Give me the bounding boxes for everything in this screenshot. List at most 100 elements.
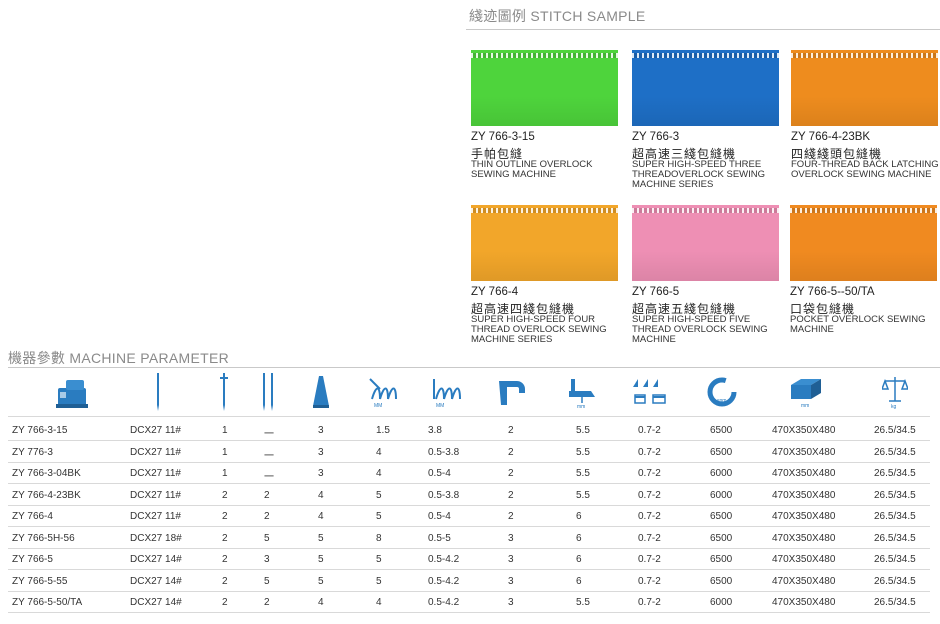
stitch-sample-card: ZY 766-3 超高速三綫包縫機 SUPER HIGH-SPEED THREE T… — [632, 50, 780, 200]
cell-speed: 6000 — [710, 468, 733, 479]
cell-speed: 6500 — [710, 575, 733, 587]
fabric-swatch — [791, 50, 938, 126]
cell-model: ZY 776-3 — [12, 446, 53, 458]
cell-model: ZY 766-5-50/TA — [12, 597, 83, 608]
cell-feed-ratio: 0.7-2 — [638, 532, 661, 544]
cell-needle-type: DCX27 11# — [130, 468, 181, 479]
cell-speed: 6500 — [710, 532, 733, 544]
cell-presser-lift: 5.5 — [576, 597, 590, 608]
cell-weight: 26.5/34.5 — [874, 554, 916, 565]
cell-weight: 26.5/34.5 — [874, 597, 916, 608]
table-row: ZY 766-5H-56 DCX27 18# 2 5 5 8 0.5-5 3 6 0.7-2 650… — [8, 528, 930, 549]
cell-presser-foot: 2 — [508, 511, 514, 522]
cell-weight: 26.5/34.5 — [874, 532, 916, 544]
cell-presser-foot: 3 — [508, 575, 514, 587]
cell-stitch-width: 5 — [376, 511, 382, 522]
cell-speed: 6000 — [710, 597, 733, 608]
table-row: ZY 766-5-55 DCX27 14# 2 5 5 5 0.5-4.2 3 6 0.7-2 65… — [8, 571, 930, 592]
icon-row-divider — [8, 416, 930, 417]
cell-stitch-width: 8 — [376, 532, 382, 544]
cell-feed-ratio: 0.7-2 — [638, 446, 661, 458]
cell-stitch-length: 0.5-4 — [428, 468, 451, 479]
cell-presser-lift: 5.5 — [576, 446, 590, 458]
table-row: ZY 766-5 DCX27 14# 2 3 5 5 0.5-4.2 3 6 0.7-2 6500 4… — [8, 549, 930, 570]
cell-stitch-length: 0.5-4 — [428, 511, 451, 522]
cell-needle-count: 2 — [222, 489, 228, 501]
stitch-width-unit: MM — [374, 403, 382, 409]
stitch-sample-card: ZY 766-4-23BK 四綫綫頭包縫機 FOUR-THREAD BACK LAT… — [791, 50, 939, 200]
cell-thread-count-b: 5 — [318, 554, 324, 565]
cell-thread-count-a: 2 — [264, 511, 270, 522]
stitch-sample-card: ZY 766-5--50/TA 口袋包縫機 POCKET OVERLOCK SEWI… — [790, 205, 938, 355]
cell-dimensions: 470X350X480 — [772, 532, 836, 544]
fabric-swatch — [471, 50, 618, 126]
cell-speed: 6000 — [710, 489, 733, 501]
dimensions-icon: mm — [786, 372, 826, 412]
cell-stitch-length: 0.5-5 — [428, 532, 451, 544]
presser-foot-icon — [495, 372, 529, 412]
cell-feed-ratio: 0.7-2 — [638, 554, 661, 565]
cell-thread-count-b: 4 — [318, 489, 324, 501]
cell-needle-type: DCX27 11# — [130, 425, 181, 436]
cell-thread-count-b: 5 — [318, 575, 324, 587]
stitch-sample-title: 綫迹圖例 STITCH SAMPLE — [469, 8, 646, 24]
cell-thread-count-a: 5 — [264, 575, 270, 587]
cell-model: ZY 766-5 — [12, 554, 53, 565]
machine-parameter-title: 機器參數 MACHINE PARAMETER — [8, 350, 230, 366]
cell-needle-type: DCX27 14# — [130, 575, 182, 587]
cell-presser-lift: 5.5 — [576, 468, 590, 479]
cell-dimensions: 470X350X480 — [772, 597, 836, 608]
cell-presser-foot: 3 — [508, 532, 514, 544]
weight-icon: kg — [880, 372, 910, 412]
needle-count-icon — [216, 372, 232, 412]
sample-model: ZY 766-4-23BK — [791, 131, 871, 143]
cell-speed: 6500 — [710, 446, 733, 458]
cell-thread-count-b: 4 — [318, 597, 324, 608]
cell-stitch-width: 4 — [376, 468, 382, 479]
cell-feed-ratio: 0.7-2 — [638, 597, 661, 608]
cell-presser-lift: 5.5 — [576, 425, 590, 436]
cell-stitch-length: 0.5-3.8 — [428, 446, 460, 458]
cell-stitch-length: 0.5-4.2 — [428, 597, 460, 608]
cell-thread-count-b: 3 — [318, 425, 324, 436]
sample-model: ZY 766-5--50/TA — [790, 286, 875, 298]
cell-presser-foot: 2 — [508, 446, 514, 458]
cell-feed-ratio: 0.7-2 — [638, 575, 661, 587]
cell-presser-lift: 6 — [576, 532, 582, 544]
sample-model: ZY 766-3-15 — [471, 131, 535, 143]
cell-dimensions: 470X350X480 — [772, 554, 836, 565]
fabric-swatch — [632, 205, 779, 281]
cell-presser-lift: 6 — [576, 511, 582, 522]
cell-model: ZY 766-3-04BK — [12, 468, 81, 479]
cell-stitch-width: 4 — [376, 446, 382, 458]
cell-needle-type: DCX27 11# — [130, 446, 181, 458]
table-row: ZY 766-3-15 DCX27 11# 1 一 3 1.5 3.8 2 5.5 0.7-2 65… — [8, 420, 930, 441]
dimensions-unit: mm — [801, 403, 809, 409]
cell-feed-ratio: 0.7-2 — [638, 425, 661, 436]
feed-ratio-icon — [630, 372, 670, 412]
fabric-swatch — [632, 50, 779, 126]
cell-dimensions: 470X350X480 — [772, 511, 836, 522]
speed-unit: spm — [717, 398, 726, 404]
cell-needle-count: 1 — [222, 425, 228, 436]
table-row: ZY 766-4 DCX27 11# 2 2 4 5 0.5-4 2 6 0.7-2 6500 470… — [8, 506, 930, 527]
row-divider — [8, 612, 930, 613]
cell-presser-lift: 6 — [576, 554, 582, 565]
table-row: ZY 766-4-23BK DCX27 11# 2 2 4 5 0.5-3.8 2 5.5 0.7… — [8, 485, 930, 506]
cell-stitch-width: 5 — [376, 554, 382, 565]
cell-dimensions: 470X350X480 — [772, 446, 836, 458]
cell-speed: 6500 — [710, 554, 733, 565]
cell-dimensions: 470X350X480 — [772, 425, 836, 436]
cell-presser-foot: 3 — [508, 554, 514, 565]
stitch-sample-card: ZY 766-4 超高速四綫包縫機 SUPER HIGH-SPEED FOUR TH… — [471, 205, 619, 355]
machine-parameter-divider — [8, 367, 940, 368]
cell-needle-type: DCX27 11# — [130, 489, 181, 501]
cell-stitch-width: 1.5 — [376, 425, 390, 436]
cell-presser-foot: 2 — [508, 489, 514, 501]
cell-model: ZY 766-3-15 — [12, 425, 68, 436]
stitch-width-icon: MM — [366, 372, 406, 412]
cell-stitch-length: 0.5-4.2 — [428, 575, 460, 587]
cell-needle-count: 2 — [222, 511, 228, 522]
cell-model: ZY 766-5-55 — [12, 575, 68, 587]
sample-english-name: SUPER HIGH-SPEED FIVE THREAD OVERLOCK SE… — [632, 314, 768, 345]
